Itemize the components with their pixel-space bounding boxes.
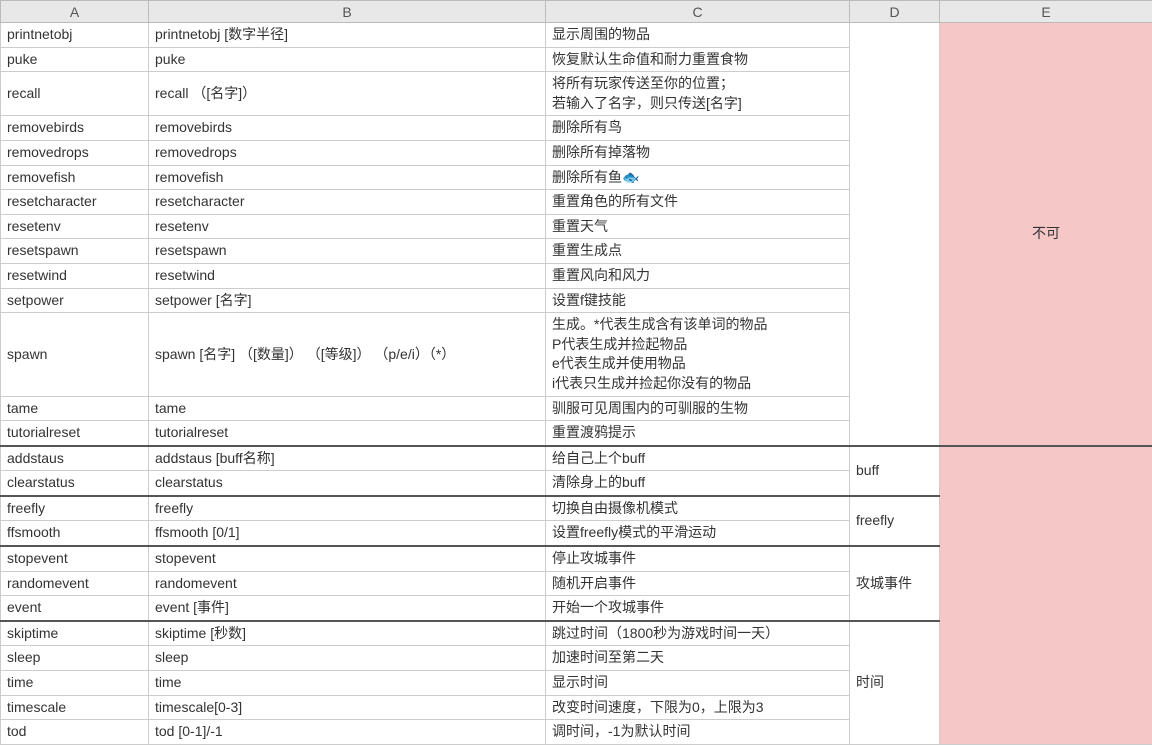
cell-e-merged[interactable]: 不可 — [940, 23, 1152, 446]
column-header-row: A B C D E — [1, 1, 1152, 23]
cell-command[interactable]: resetwind — [1, 263, 149, 288]
cell-command[interactable]: skiptime — [1, 621, 149, 646]
cell-desc[interactable]: 清除身上的buff — [546, 471, 850, 496]
cell-syntax[interactable]: skiptime [秒数] — [149, 621, 546, 646]
cell-command[interactable]: spawn — [1, 313, 149, 396]
cell-syntax[interactable]: clearstatus — [149, 471, 546, 496]
cell-desc[interactable]: 重置渡鸦提示 — [546, 421, 850, 446]
cell-desc[interactable]: 显示时间 — [546, 671, 850, 696]
cell-group-time[interactable]: 时间 — [850, 621, 940, 744]
cell-command[interactable]: ffsmooth — [1, 521, 149, 546]
cell-command[interactable]: sleep — [1, 646, 149, 671]
cell-desc[interactable]: 重置天气 — [546, 214, 850, 239]
cell-syntax[interactable]: recall （[名字]） — [149, 72, 546, 116]
cell-desc[interactable]: 设置f键技能 — [546, 288, 850, 313]
cell-command[interactable]: stopevent — [1, 546, 149, 571]
cell-command[interactable]: tutorialreset — [1, 421, 149, 446]
cell-desc[interactable]: 加速时间至第二天 — [546, 646, 850, 671]
cell-desc[interactable]: 设置freefly模式的平滑运动 — [546, 521, 850, 546]
cell-syntax[interactable]: resetspawn — [149, 239, 546, 264]
cell-command[interactable]: addstaus — [1, 446, 149, 471]
col-header-e[interactable]: E — [940, 1, 1152, 23]
cell-command[interactable]: event — [1, 596, 149, 621]
cell-syntax[interactable]: tutorialreset — [149, 421, 546, 446]
cell-syntax[interactable]: tame — [149, 396, 546, 421]
cell-syntax[interactable]: addstaus [buff名称] — [149, 446, 546, 471]
table-row[interactable]: printnetobj printnetobj [数字半径] 显示周围的物品 不… — [1, 23, 1152, 48]
cell-syntax[interactable]: freefly — [149, 496, 546, 521]
cell-desc[interactable]: 给自己上个buff — [546, 446, 850, 471]
cell-e-merged-lower[interactable] — [940, 446, 1152, 745]
cell-syntax[interactable]: resetcharacter — [149, 190, 546, 215]
cell-command[interactable]: clearstatus — [1, 471, 149, 496]
cell-syntax[interactable]: removebirds — [149, 116, 546, 141]
cell-group-siege[interactable]: 攻城事件 — [850, 546, 940, 621]
cell-syntax[interactable]: time — [149, 671, 546, 696]
cell-command[interactable]: timescale — [1, 695, 149, 720]
cell-command[interactable]: recall — [1, 72, 149, 116]
cell-syntax[interactable]: event [事件] — [149, 596, 546, 621]
cell-syntax[interactable]: resetenv — [149, 214, 546, 239]
cell-desc[interactable]: 随机开启事件 — [546, 571, 850, 596]
cell-desc[interactable]: 显示周围的物品 — [546, 23, 850, 48]
cell-group-d-blank[interactable] — [850, 23, 940, 446]
cell-desc[interactable]: 删除所有鸟 — [546, 116, 850, 141]
spreadsheet-table: A B C D E printnetobj printnetobj [数字半径]… — [0, 0, 1152, 745]
cell-desc[interactable]: 将所有玩家传送至你的位置； 若输入了名字，则只传送[名字] — [546, 72, 850, 116]
cell-desc[interactable]: 开始一个攻城事件 — [546, 596, 850, 621]
cell-command[interactable]: tod — [1, 720, 149, 745]
cell-syntax[interactable]: removefish — [149, 165, 546, 190]
cell-command[interactable]: printnetobj — [1, 23, 149, 48]
table-row[interactable]: addstaus addstaus [buff名称] 给自己上个buff buf… — [1, 446, 1152, 471]
cell-desc[interactable]: 删除所有掉落物 — [546, 140, 850, 165]
cell-command[interactable]: removefish — [1, 165, 149, 190]
col-header-d[interactable]: D — [850, 1, 940, 23]
cell-command[interactable]: puke — [1, 47, 149, 72]
cell-desc[interactable]: 切换自由摄像机模式 — [546, 496, 850, 521]
cell-syntax[interactable]: ffsmooth [0/1] — [149, 521, 546, 546]
cell-command[interactable]: resetenv — [1, 214, 149, 239]
cell-syntax[interactable]: puke — [149, 47, 546, 72]
cell-command[interactable]: randomevent — [1, 571, 149, 596]
col-header-b[interactable]: B — [149, 1, 546, 23]
cell-syntax[interactable]: printnetobj [数字半径] — [149, 23, 546, 48]
cell-desc[interactable]: 删除所有鱼🐟 — [546, 165, 850, 190]
cell-command[interactable]: tame — [1, 396, 149, 421]
cell-syntax[interactable]: resetwind — [149, 263, 546, 288]
cell-command[interactable]: removebirds — [1, 116, 149, 141]
cell-syntax[interactable]: sleep — [149, 646, 546, 671]
cell-desc[interactable]: 停止攻城事件 — [546, 546, 850, 571]
col-header-c[interactable]: C — [546, 1, 850, 23]
cell-desc[interactable]: 调时间，-1为默认时间 — [546, 720, 850, 745]
cell-syntax[interactable]: removedrops — [149, 140, 546, 165]
cell-desc[interactable]: 重置角色的所有文件 — [546, 190, 850, 215]
cell-syntax[interactable]: randomevent — [149, 571, 546, 596]
cell-command[interactable]: freefly — [1, 496, 149, 521]
cell-command[interactable]: time — [1, 671, 149, 696]
col-header-a[interactable]: A — [1, 1, 149, 23]
cell-command[interactable]: resetspawn — [1, 239, 149, 264]
cell-group-freefly[interactable]: freefly — [850, 496, 940, 546]
cell-syntax[interactable]: timescale[0-3] — [149, 695, 546, 720]
cell-syntax[interactable]: tod [0-1]/-1 — [149, 720, 546, 745]
cell-desc[interactable]: 改变时间速度，下限为0，上限为3 — [546, 695, 850, 720]
cell-command[interactable]: resetcharacter — [1, 190, 149, 215]
cell-group-buff[interactable]: buff — [850, 446, 940, 496]
cell-desc[interactable]: 重置风向和风力 — [546, 263, 850, 288]
cell-syntax[interactable]: stopevent — [149, 546, 546, 571]
cell-desc[interactable]: 驯服可见周围内的可驯服的生物 — [546, 396, 850, 421]
cell-command[interactable]: setpower — [1, 288, 149, 313]
cell-desc[interactable]: 跳过时间（1800秒为游戏时间一天） — [546, 621, 850, 646]
cell-desc[interactable]: 生成。*代表生成含有该单词的物品 P代表生成并捡起物品 e代表生成并使用物品 i… — [546, 313, 850, 396]
cell-desc[interactable]: 重置生成点 — [546, 239, 850, 264]
cell-desc[interactable]: 恢复默认生命值和耐力重置食物 — [546, 47, 850, 72]
cell-command[interactable]: removedrops — [1, 140, 149, 165]
cell-syntax[interactable]: setpower [名字] — [149, 288, 546, 313]
cell-syntax[interactable]: spawn [名字] （[数量]） （[等级]） （p/e/i）（*） — [149, 313, 546, 396]
